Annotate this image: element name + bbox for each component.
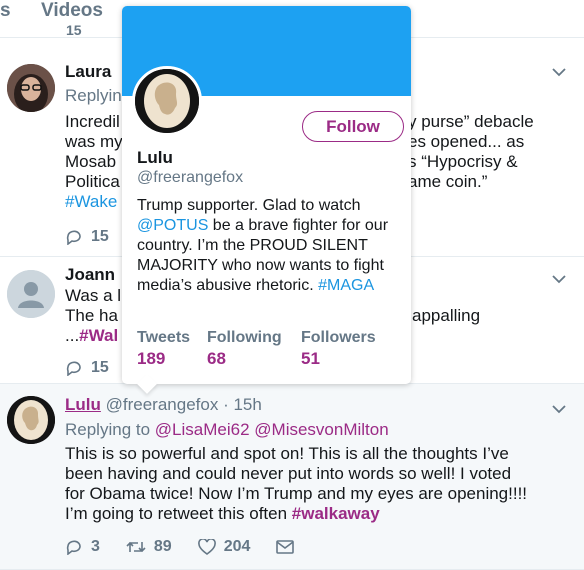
reply-count: 15 [91, 228, 109, 245]
tweet-text-right: appalling [412, 306, 481, 325]
tweet-time[interactable]: · 15h [223, 395, 262, 414]
author-handle[interactable]: @freerangefox [106, 395, 219, 414]
like-count: 204 [223, 538, 251, 555]
reply-context: Replyin [65, 86, 122, 105]
chevron-down-icon[interactable] [552, 271, 566, 287]
reply-context: Replying to @LisaMei62 @MisesvonMilton [65, 420, 389, 439]
avatar[interactable] [7, 396, 55, 444]
hashtag-link[interactable]: #walkaway [292, 504, 380, 523]
chevron-down-icon[interactable] [552, 64, 566, 80]
stat-followers[interactable]: Followers 51 [301, 329, 376, 369]
hashtag-link[interactable]: #Wal [79, 326, 118, 345]
retweet-count: 89 [153, 538, 172, 555]
follow-button[interactable]: Follow [302, 111, 404, 142]
avatar[interactable] [7, 270, 55, 318]
tweet-text-left: Was a l The ha ...#Wal [65, 286, 122, 345]
profile-avatar[interactable] [132, 66, 202, 136]
direct-message-button[interactable] [276, 540, 302, 554]
stat-following[interactable]: Following 68 [207, 329, 282, 369]
tweet-text-left: Incredil was my Mosab Politica #Wake [65, 112, 123, 212]
tab-top[interactable]: s [0, 0, 11, 22]
retweet-icon [126, 541, 146, 553]
reply-count: 3 [91, 538, 100, 555]
author-name-line: Lulu @freerangefox · 15h [65, 395, 262, 415]
reply-user-link[interactable]: @MisesvonMilton [254, 420, 388, 439]
hashtag-link[interactable]: #Wake [65, 192, 123, 212]
like-button[interactable]: 204 [197, 538, 251, 556]
reply-button[interactable]: 3 [65, 538, 100, 556]
stat-tweets[interactable]: Tweets 189 [137, 329, 190, 369]
reply-button[interactable]: 15 [65, 228, 109, 246]
reply-button[interactable]: 15 [65, 359, 109, 377]
tab-videos[interactable]: Videos [41, 0, 103, 22]
profile-hover-card: Follow Lulu @freerangefox Trump supporte… [122, 6, 411, 394]
profile-bio: Trump supporter. Glad to watch @POTUS be… [137, 197, 389, 294]
mention-link[interactable]: @POTUS [137, 217, 208, 234]
author-name[interactable]: Laura [65, 62, 111, 82]
reply-count: 15 [91, 359, 109, 376]
tweet-text: This is so powerful and spot on! This is… [65, 444, 528, 523]
heart-icon [197, 539, 216, 555]
reply-icon [66, 361, 81, 376]
chevron-down-icon[interactable] [552, 401, 566, 417]
tweet-lulu[interactable]: Lulu @freerangefox · 15h Replying to @Li… [0, 384, 584, 570]
reply-icon [66, 230, 81, 245]
reply-icon [66, 540, 81, 555]
avatar[interactable] [7, 64, 55, 112]
profile-handle[interactable]: @freerangefox [137, 169, 243, 187]
author-name[interactable]: Lulu [65, 395, 101, 414]
partial-reply-count: 15 [66, 22, 82, 38]
envelope-icon [276, 540, 295, 554]
hashtag-link[interactable]: #MAGA [318, 277, 374, 294]
tweet-actions: 3 89 204 [65, 536, 328, 558]
author-name[interactable]: Joann [65, 265, 115, 285]
reply-user-link[interactable]: @LisaMei62 [155, 420, 250, 439]
retweet-button[interactable]: 89 [126, 538, 172, 556]
profile-name[interactable]: Lulu [137, 148, 173, 168]
tweet-text-right: y purse” debacle es opened... as s “Hypo… [408, 112, 534, 191]
